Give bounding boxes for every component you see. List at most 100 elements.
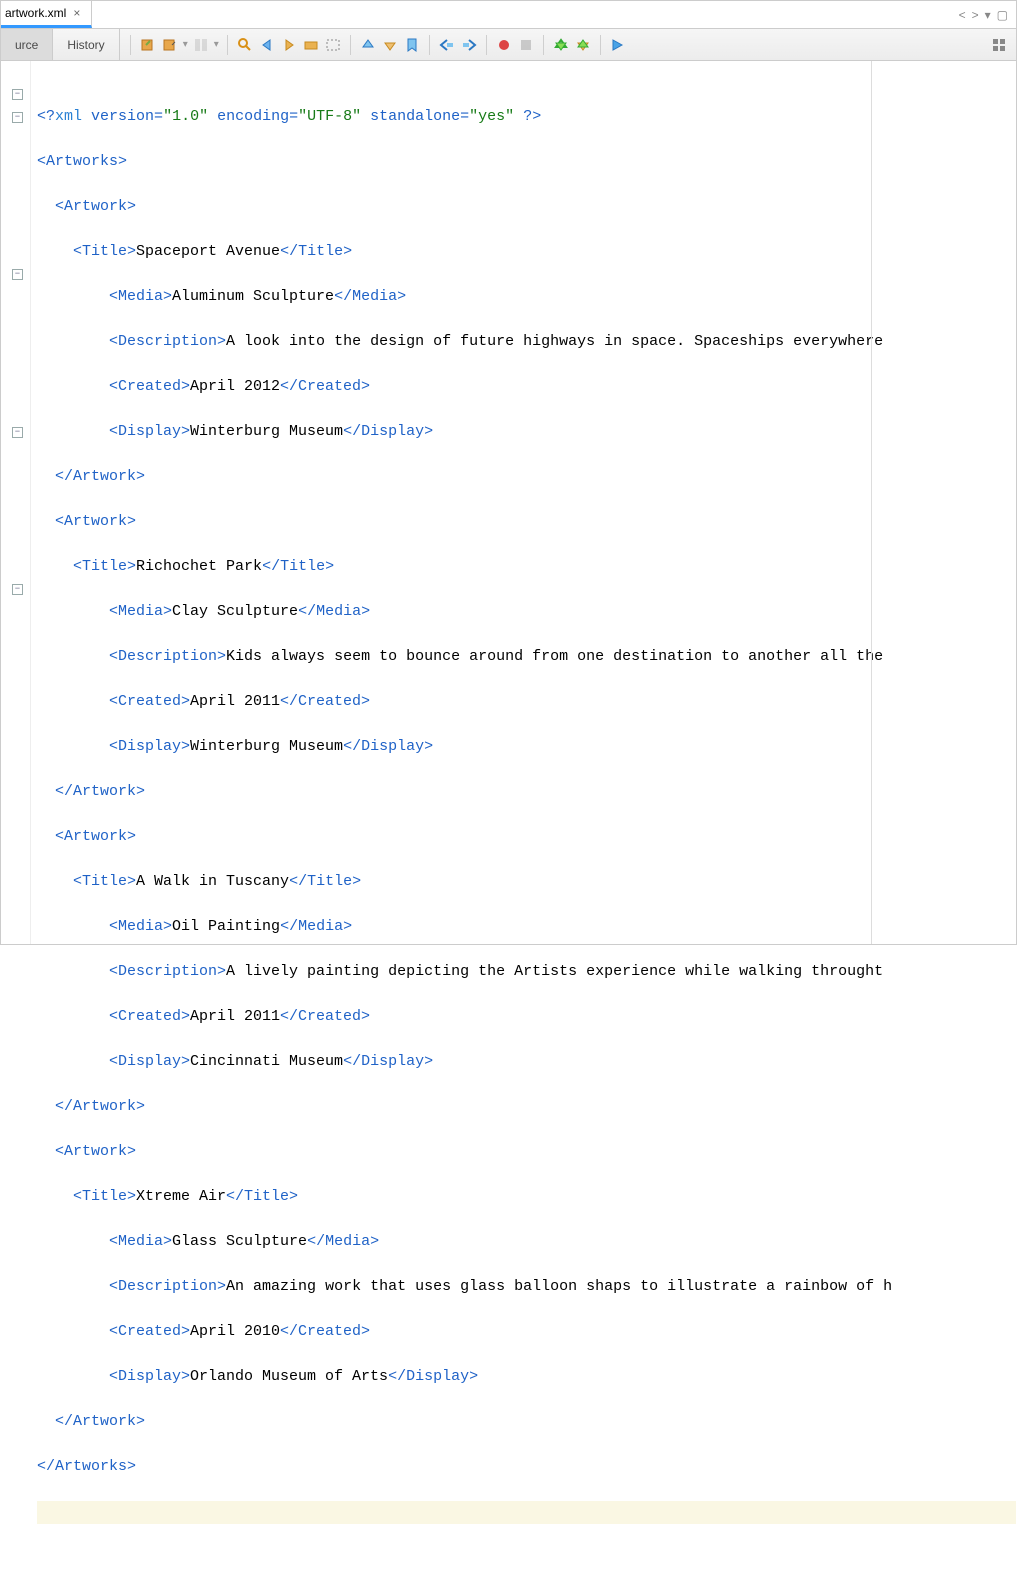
xsl-transform-icon[interactable] <box>609 36 627 54</box>
find-selection-icon[interactable] <box>236 36 254 54</box>
xml-text: Cincinnati Museum <box>190 1053 343 1070</box>
xml-tag: <Media> <box>109 918 172 935</box>
dropdown-arrow-icon[interactable]: ▾ <box>214 39 219 50</box>
close-icon[interactable]: × <box>70 6 83 20</box>
xml-tag: </Artwork> <box>55 783 145 800</box>
xml-text: An amazing work that uses glass balloon … <box>226 1278 892 1295</box>
check-xml-icon[interactable] <box>552 36 570 54</box>
xml-text: A lively painting depicting the Artists … <box>226 963 883 980</box>
maximize-icon[interactable]: ▢ <box>997 8 1008 22</box>
xml-tag: <Created> <box>109 1323 190 1340</box>
xml-tag: </Title> <box>289 873 361 890</box>
fold-gutter: − − − − − <box>1 61 31 944</box>
fold-toggle[interactable]: − <box>12 269 23 280</box>
xml-text: Oil Painting <box>172 918 280 935</box>
toggle-highlight-icon[interactable] <box>302 36 320 54</box>
shift-left-icon[interactable] <box>438 36 456 54</box>
xml-tag: <Created> <box>109 378 190 395</box>
xml-tag: <Title> <box>73 243 136 260</box>
xml-tag: </Media> <box>298 603 370 620</box>
xml-text: Richochet Park <box>136 558 262 575</box>
xml-tag: </Created> <box>280 1008 370 1025</box>
xml-text: April 2011 <box>190 693 280 710</box>
xml-tag: <Display> <box>109 1368 190 1385</box>
xml-tag: <Artwork> <box>55 198 136 215</box>
xml-text: Aluminum Sculpture <box>172 288 334 305</box>
xml-tag: <Artwork> <box>55 513 136 530</box>
file-tab-label: artwork.xml <box>5 6 66 20</box>
xml-tag: <Display> <box>109 423 190 440</box>
xml-tag: </Title> <box>262 558 334 575</box>
toolbar-separator <box>543 35 544 55</box>
shift-right-icon[interactable] <box>460 36 478 54</box>
tab-history[interactable]: History <box>53 29 119 60</box>
grid-icon[interactable] <box>990 36 1008 54</box>
find-previous-icon[interactable] <box>258 36 276 54</box>
xml-tag: <Display> <box>109 1053 190 1070</box>
toolbar-separator <box>130 35 131 55</box>
toolbar-separator <box>486 35 487 55</box>
xml-tag: </Created> <box>280 693 370 710</box>
toolbar-separator <box>600 35 601 55</box>
xml-tag: </Display> <box>388 1368 478 1385</box>
xml-text: Xtreme Air <box>136 1188 226 1205</box>
toolbar-separator <box>227 35 228 55</box>
xml-tag: <Description> <box>109 648 226 665</box>
toggle-bookmark-icon[interactable] <box>403 36 421 54</box>
prev-bookmark-icon[interactable] <box>359 36 377 54</box>
fold-toggle[interactable]: − <box>12 112 23 123</box>
file-tab-artwork[interactable]: artwork.xml × <box>1 1 92 28</box>
fold-toggle[interactable]: − <box>12 584 23 595</box>
next-tab-icon[interactable]: > <box>972 8 979 22</box>
xml-tag: </Artworks> <box>37 1458 136 1475</box>
fold-toggle[interactable]: − <box>12 89 23 100</box>
forward-edit-icon[interactable] <box>161 36 179 54</box>
next-bookmark-icon[interactable] <box>381 36 399 54</box>
fold-toggle[interactable]: − <box>12 427 23 438</box>
code-editor[interactable]: − − − − − <?xml version="1.0" encoding="… <box>1 61 1016 944</box>
xml-text: Winterburg Museum <box>190 738 343 755</box>
xml-tag: </Created> <box>280 378 370 395</box>
xml-tag: <Media> <box>109 603 172 620</box>
last-edit-icon[interactable] <box>139 36 157 54</box>
view-tabs: urce History <box>1 29 120 60</box>
xml-tag: <Display> <box>109 738 190 755</box>
tab-source[interactable]: urce <box>1 29 53 60</box>
xml-text: A Walk in Tuscany <box>136 873 289 890</box>
xml-tag: </Display> <box>343 738 433 755</box>
code-area[interactable]: <?xml version="1.0" encoding="UTF-8" sta… <box>31 61 1016 944</box>
dropdown-icon[interactable]: ▾ <box>985 8 991 22</box>
macro-record-icon[interactable] <box>495 36 513 54</box>
xml-tag: <Title> <box>73 1188 136 1205</box>
prev-tab-icon[interactable]: < <box>959 8 966 22</box>
xml-tag: </Display> <box>343 423 433 440</box>
xml-tag: </Artwork> <box>55 1098 145 1115</box>
xml-tag: </Media> <box>307 1233 379 1250</box>
xml-tag: </Created> <box>280 1323 370 1340</box>
toolbar-separator <box>429 35 430 55</box>
xml-tag: <Media> <box>109 1233 172 1250</box>
xml-text: April 2012 <box>190 378 280 395</box>
xml-text: Kids always seem to bounce around from o… <box>226 648 883 665</box>
xml-tag: <Artwork> <box>55 828 136 845</box>
editor-toolbar-row: urce History ▾ ▾ <box>1 29 1016 61</box>
diff-icon[interactable] <box>192 36 210 54</box>
xml-tag: <Title> <box>73 873 136 890</box>
toggle-rectangular-icon[interactable] <box>324 36 342 54</box>
xml-tag: </Display> <box>343 1053 433 1070</box>
xml-text: A look into the design of future highway… <box>226 333 883 350</box>
toolbar-separator <box>350 35 351 55</box>
xml-tag: <Description> <box>109 333 226 350</box>
validate-xml-icon[interactable] <box>574 36 592 54</box>
macro-stop-icon[interactable] <box>517 36 535 54</box>
dropdown-arrow-icon[interactable]: ▾ <box>183 39 188 50</box>
xml-tag: </Media> <box>334 288 406 305</box>
xml-text: Winterburg Museum <box>190 423 343 440</box>
xml-tag: <Artwork> <box>55 1143 136 1160</box>
xml-text: Orlando Museum of Arts <box>190 1368 388 1385</box>
xml-text: April 2011 <box>190 1008 280 1025</box>
find-next-icon[interactable] <box>280 36 298 54</box>
print-margin <box>871 61 872 944</box>
xml-tag: <Title> <box>73 558 136 575</box>
xml-tag: <Description> <box>109 963 226 980</box>
